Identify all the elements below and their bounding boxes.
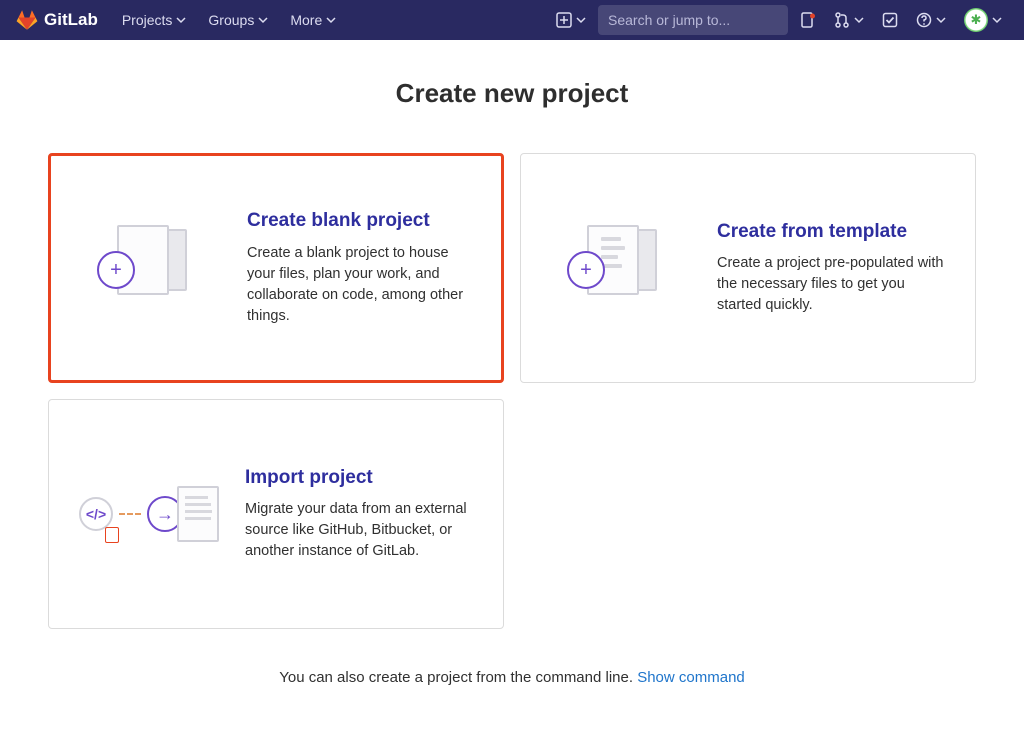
chevron-down-icon — [576, 15, 586, 25]
nav-groups-label: Groups — [208, 12, 254, 28]
brand-home-link[interactable]: GitLab — [16, 9, 98, 31]
plus-square-icon — [556, 12, 572, 28]
card-title: Create blank project — [247, 209, 471, 233]
todos-button[interactable] — [876, 6, 904, 34]
import-illustration: </> → — [79, 469, 219, 559]
new-menu-button[interactable] — [550, 6, 592, 34]
help-icon — [916, 12, 932, 28]
brand-name: GitLab — [44, 10, 98, 30]
chevron-down-icon — [992, 15, 1002, 25]
main-container: Create new project + Create blank projec… — [32, 40, 992, 726]
option-cards-grid: + Create blank project Create a blank pr… — [48, 153, 976, 629]
global-search[interactable] — [598, 5, 788, 35]
chevron-down-icon — [326, 15, 336, 25]
merge-requests-button[interactable] — [828, 6, 870, 34]
user-menu-button[interactable] — [958, 6, 1008, 34]
option-create-blank-project[interactable]: + Create blank project Create a blank pr… — [48, 153, 504, 383]
issues-icon — [800, 12, 816, 28]
chevron-down-icon — [936, 15, 946, 25]
cli-hint-text: You can also create a project from the c… — [279, 669, 637, 686]
user-avatar — [964, 8, 988, 32]
plus-circle-icon: + — [567, 251, 605, 289]
top-navbar: GitLab Projects Groups More — [0, 0, 1024, 40]
template-illustration: + — [551, 223, 691, 313]
card-title: Import project — [245, 466, 473, 490]
nav-right-group — [550, 5, 1008, 35]
cli-hint: You can also create a project from the c… — [48, 669, 976, 686]
card-description: Create a blank project to house your fil… — [247, 243, 471, 327]
option-create-from-template[interactable]: + Create from template Create a project … — [520, 153, 976, 383]
option-import-project[interactable]: </> → Import project Migrate your data f… — [48, 399, 504, 629]
page-title: Create new project — [48, 78, 976, 109]
help-button[interactable] — [910, 6, 952, 34]
todo-check-icon — [882, 12, 898, 28]
show-command-link[interactable]: Show command — [637, 669, 745, 686]
chevron-down-icon — [258, 15, 268, 25]
blank-project-illustration: + — [81, 223, 221, 313]
file-icon — [105, 527, 119, 543]
issues-button[interactable] — [794, 6, 822, 34]
nav-groups[interactable]: Groups — [198, 6, 278, 34]
chevron-down-icon — [176, 15, 186, 25]
nav-projects-label: Projects — [122, 12, 173, 28]
primary-nav: Projects Groups More — [112, 6, 346, 34]
search-input[interactable] — [608, 12, 789, 28]
chevron-down-icon — [854, 15, 864, 25]
nav-more-label: More — [290, 12, 322, 28]
card-title: Create from template — [717, 220, 945, 244]
merge-request-icon — [834, 12, 850, 28]
nav-more[interactable]: More — [280, 6, 346, 34]
card-description: Migrate your data from an external sourc… — [245, 499, 473, 562]
code-icon: </> — [79, 497, 113, 531]
plus-circle-icon: + — [97, 251, 135, 289]
card-description: Create a project pre-populated with the … — [717, 253, 945, 316]
gitlab-logo-icon — [16, 9, 38, 31]
nav-projects[interactable]: Projects — [112, 6, 197, 34]
